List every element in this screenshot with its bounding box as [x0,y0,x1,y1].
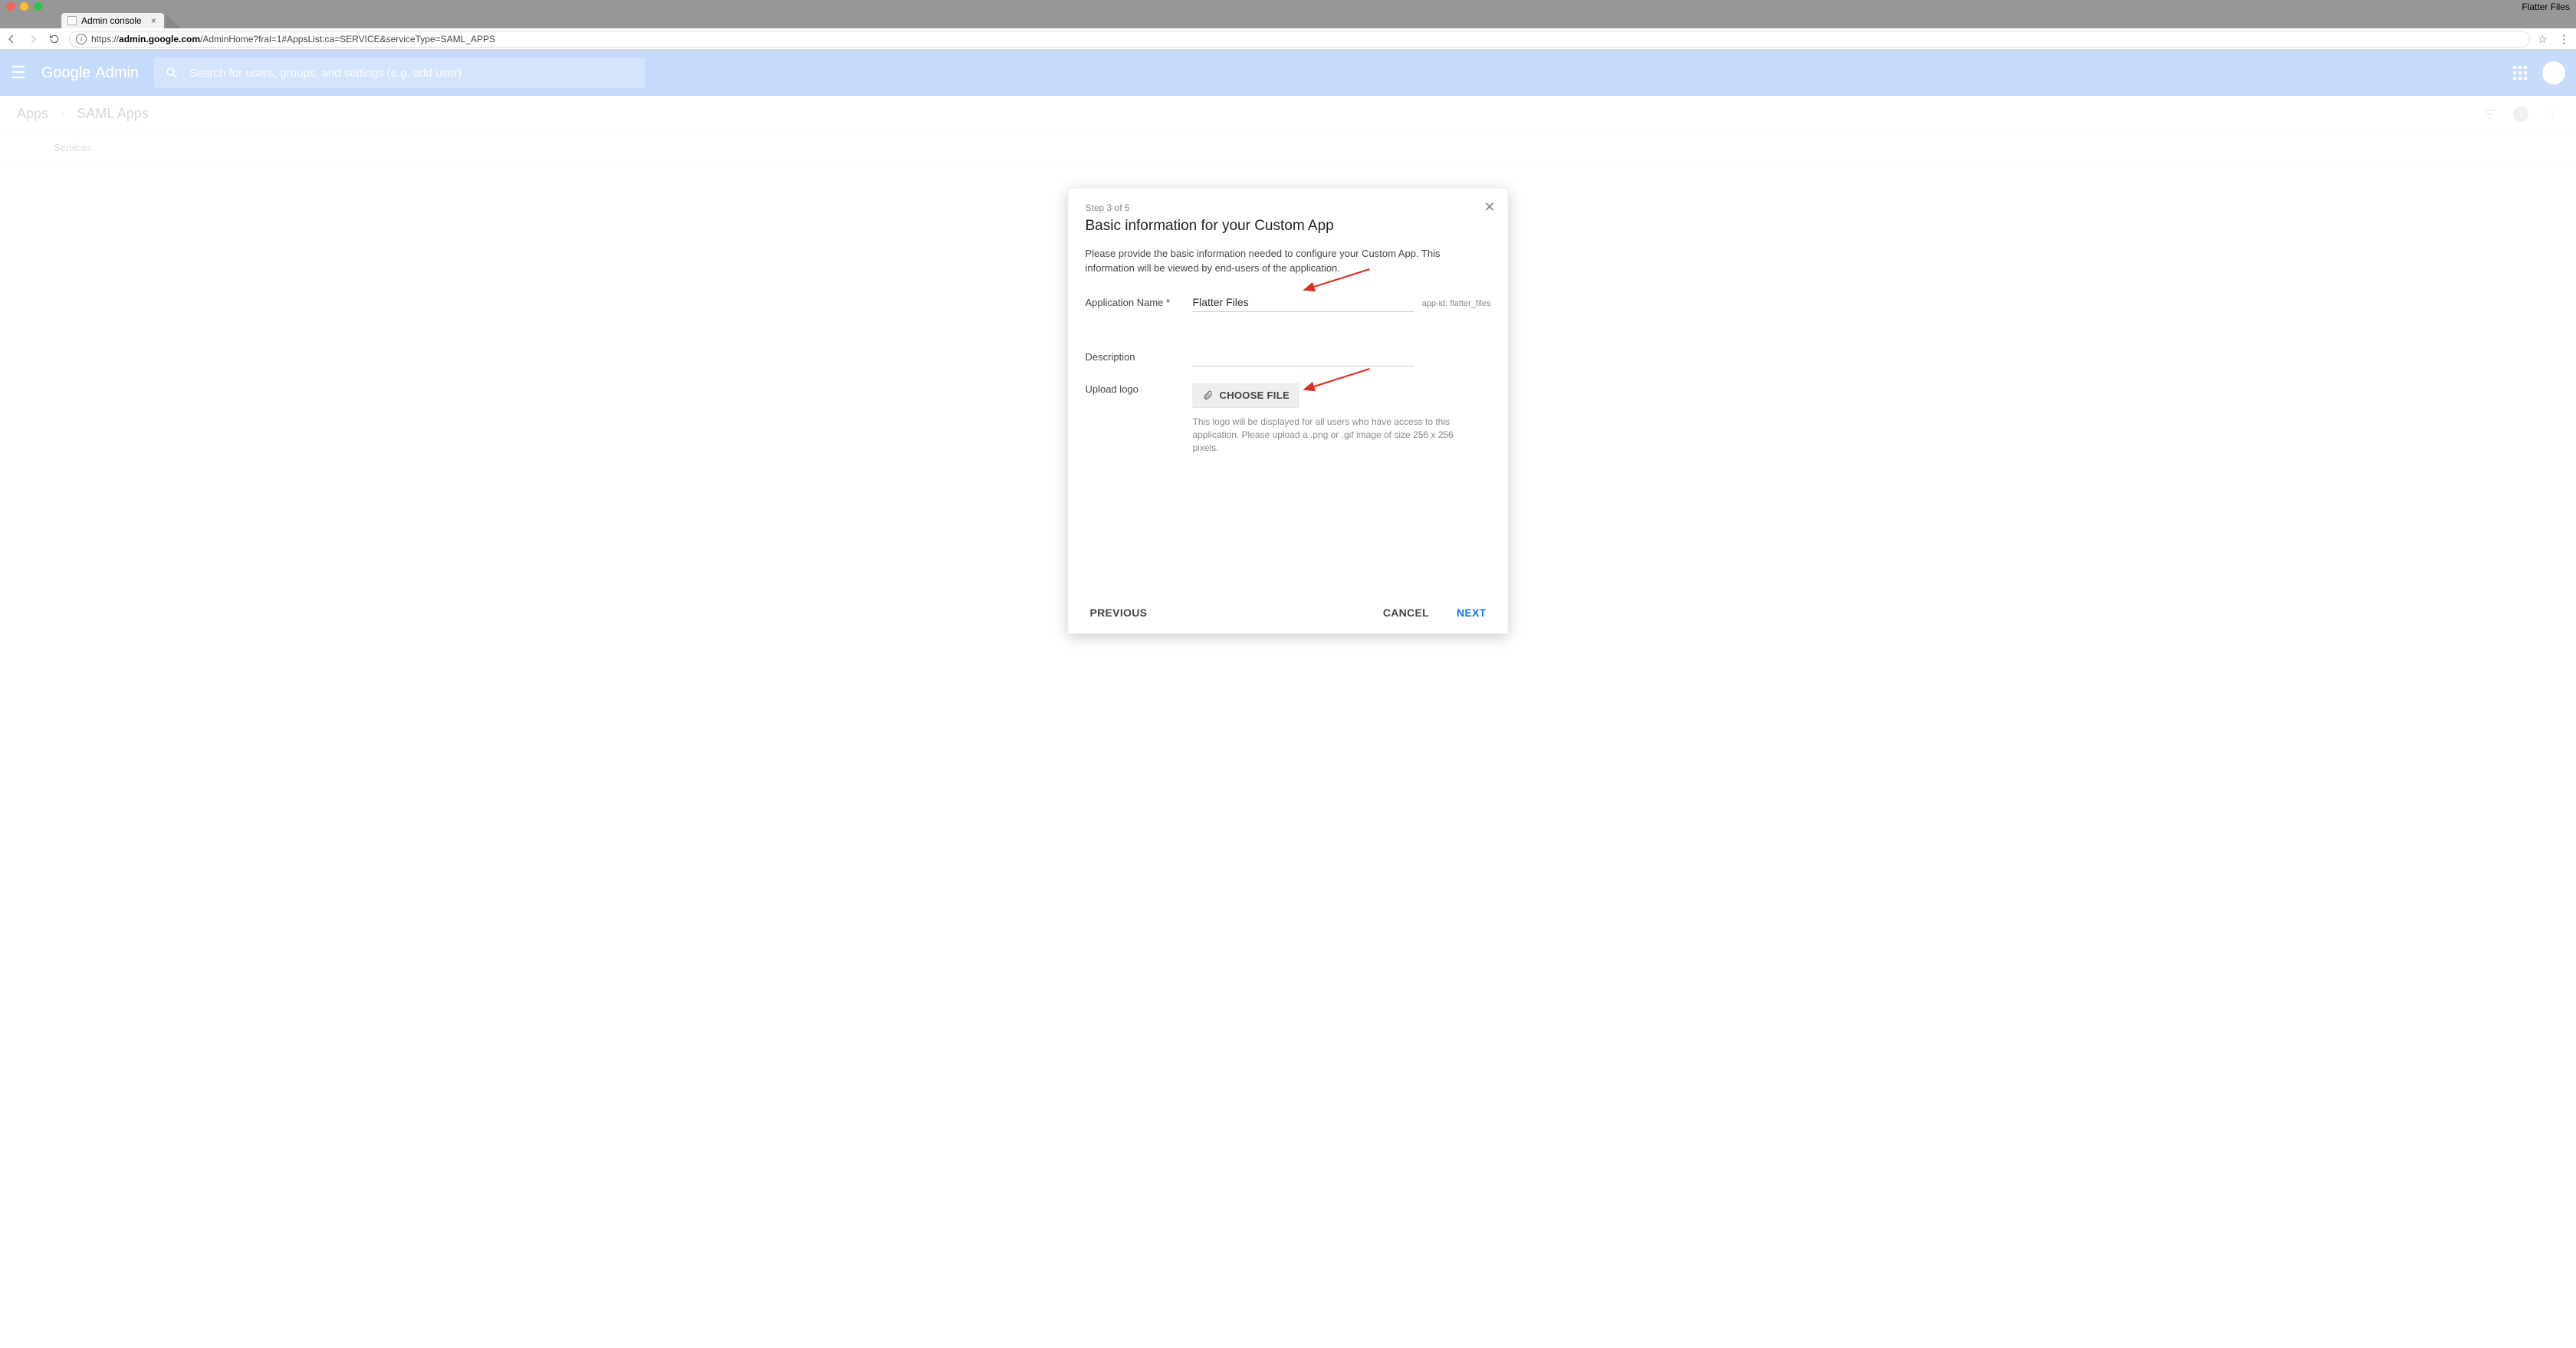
favicon-icon [67,16,77,25]
modal-description: Please provide the basic information nee… [1086,247,1491,276]
bookmark-icon[interactable]: ☆ [2538,32,2548,46]
window-titlebar: Flatter Files [0,0,2576,13]
paperclip-icon [1203,390,1214,402]
traffic-minimize-icon[interactable] [20,2,28,11]
traffic-close-icon[interactable] [6,2,15,11]
site-info-icon[interactable]: i [76,34,87,44]
close-icon[interactable]: ✕ [1484,199,1495,215]
annotation-arrow [1297,365,1374,396]
choose-file-label: CHOOSE FILE [1220,390,1290,401]
description-input[interactable] [1193,347,1414,367]
url-text: https://admin.google.com/AdminHome?fral=… [91,34,2523,44]
upload-hint: This logo will be displayed for all user… [1193,416,1468,455]
forward-button[interactable] [26,32,40,46]
address-bar: i https://admin.google.com/AdminHome?fra… [0,28,2576,50]
browser-menu-icon[interactable]: ⋮ [2558,32,2570,46]
modal-step: Step 3 of 5 [1086,202,1491,213]
app-name-label: Application Name * [1086,297,1185,308]
description-label: Description [1086,351,1185,363]
annotation-arrow [1297,265,1374,296]
app-id-text: app-id: flatter_files [1422,299,1491,308]
previous-button[interactable]: PREVIOUS [1086,606,1152,620]
upload-logo-label: Upload logo [1086,383,1185,395]
choose-file-button[interactable]: CHOOSE FILE [1193,383,1300,408]
reload-button[interactable] [48,32,61,46]
saml-custom-app-modal: ✕ Step 3 of 5 Basic information for your… [1068,188,1509,634]
next-button[interactable]: NEXT [1452,606,1491,620]
back-button[interactable] [5,32,18,46]
browser-tab[interactable]: Admin console × [61,13,164,28]
traffic-zoom-icon[interactable] [34,2,42,11]
menubar-app-name: Flatter Files [2522,2,2570,12]
tab-strip: Admin console × [0,13,2576,28]
cancel-button[interactable]: CANCEL [1378,606,1434,620]
omnibox[interactable]: i https://admin.google.com/AdminHome?fra… [69,31,2530,48]
tab-close-icon[interactable]: × [151,15,156,26]
modal-footer: PREVIOUS CANCEL NEXT [1069,593,1508,633]
tab-title: Admin console [81,15,142,26]
modal-title: Basic information for your Custom App [1086,218,1491,235]
